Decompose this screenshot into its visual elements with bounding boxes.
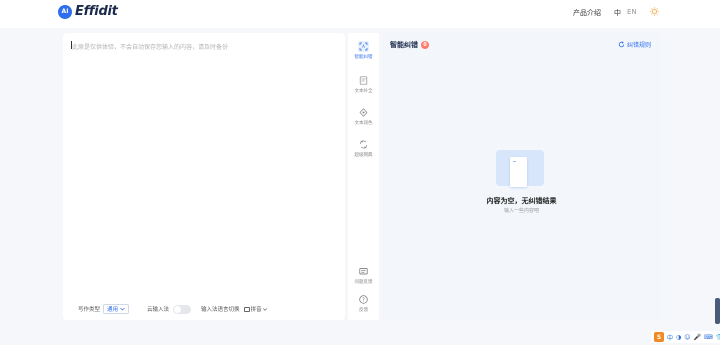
writing-type-label: 写作类型 [78, 307, 101, 313]
svg-text:A: A [362, 44, 365, 49]
keyboard-icon [243, 306, 250, 312]
empty-state-subtitle: 输入一些内容吧 [503, 208, 539, 214]
tool-label: 文本润色 [354, 121, 373, 126]
nav-product-intro-link[interactable]: 产品介绍 [573, 8, 601, 18]
error-count-badge: 0 [421, 41, 429, 49]
editor-footer: 写作类型 通用 云输入法 输入法语言切换 拼音 [78, 303, 267, 315]
scrollbar-handle[interactable] [715, 298, 720, 324]
cloud-ime-toggle[interactable] [173, 304, 192, 314]
correction-rules-button[interactable]: 纠错规则 [618, 40, 651, 49]
tool-error-check[interactable]: A 智能纠错 [350, 41, 377, 60]
tool-label: 反馈 [359, 308, 368, 313]
ai-logo-badge: AI [58, 4, 72, 19]
feedback-icon [358, 266, 369, 277]
theme-sun-icon[interactable] [650, 7, 659, 16]
result-panel-title: 智能纠错 0 [390, 40, 429, 50]
app-logo[interactable]: AI Effidit [58, 4, 118, 19]
tool-help[interactable]: ? 反馈 [350, 294, 377, 313]
ime-language-value: 拼音 [250, 307, 262, 313]
empty-document-icon [510, 157, 527, 187]
ime-halfwidth-icon[interactable]: ◑ [676, 334, 681, 341]
chevron-down-icon [262, 307, 267, 311]
language-switcher: 中 EN [614, 8, 637, 18]
tool-text-complete[interactable]: 文本补全 [350, 75, 377, 94]
tool-issue-feedback[interactable]: 问题反馈 [350, 266, 377, 285]
rules-button-label: 纠错规则 [626, 42, 651, 49]
tool-sidebar: A 智能纠错 文本补全 文本润色 超级网典 问题反馈 ? 反馈 [348, 33, 379, 320]
ime-skin-icon[interactable]: 👕 [716, 334, 720, 341]
ime-logo-icon[interactable]: S [654, 332, 664, 342]
editor-placeholder: 此原是仅供体验，不会自动保存您输入的内容，请及时备份 [72, 44, 229, 51]
text-editor[interactable]: 此原是仅供体验，不会自动保存您输入的内容，请及时备份 写作类型 通用 云输入法 … [63, 33, 345, 320]
cloud-ime-label: 云输入法 [147, 307, 170, 313]
ime-mode-icon[interactable]: 中 [667, 333, 673, 342]
ime-language-switch-label: 输入法语言切换 [201, 307, 240, 313]
tool-label: 智能纠错 [354, 55, 373, 60]
tool-dictionary[interactable]: 超级网典 [350, 139, 377, 158]
lang-zh-option[interactable]: 中 [614, 8, 621, 18]
svg-text:?: ? [362, 297, 365, 303]
writing-type-select[interactable]: 通用 [103, 304, 130, 314]
lang-en-option[interactable]: EN [627, 8, 637, 18]
tool-label: 文本补全 [354, 89, 373, 94]
ime-voice-icon[interactable]: 🎤 [694, 334, 701, 341]
dictionary-icon [358, 139, 369, 150]
ime-toolbar: S 中 ◑ ☺ 🎤 ⌨ 👕 ▦ [651, 331, 720, 343]
text-complete-icon [358, 75, 369, 86]
ime-keyboard-icon[interactable]: ⌨ [704, 334, 713, 341]
chevron-down-icon [120, 307, 125, 311]
polish-icon [358, 107, 369, 118]
ime-language-select[interactable]: 拼音 [243, 305, 267, 313]
writing-type-value: 通用 [107, 307, 119, 313]
empty-state-title: 内容为空，无纠错结果 [486, 197, 557, 205]
logo-text: Effidit [75, 4, 118, 19]
result-title-text: 智能纠错 [390, 41, 418, 49]
help-icon: ? [358, 294, 369, 305]
tool-polish[interactable]: 文本润色 [350, 107, 377, 126]
tool-label: 超级网典 [354, 153, 373, 158]
ime-emoji-icon[interactable]: ☺ [684, 334, 690, 341]
tool-label: 问题反馈 [354, 280, 373, 285]
refresh-icon [618, 41, 625, 48]
error-check-icon: A [358, 41, 369, 52]
result-panel: 智能纠错 0 纠错规则 内容为空，无纠错结果 输入一些内容吧 [382, 33, 661, 320]
top-navigation-bar: AI Effidit 产品介绍 中 EN [0, 0, 720, 28]
